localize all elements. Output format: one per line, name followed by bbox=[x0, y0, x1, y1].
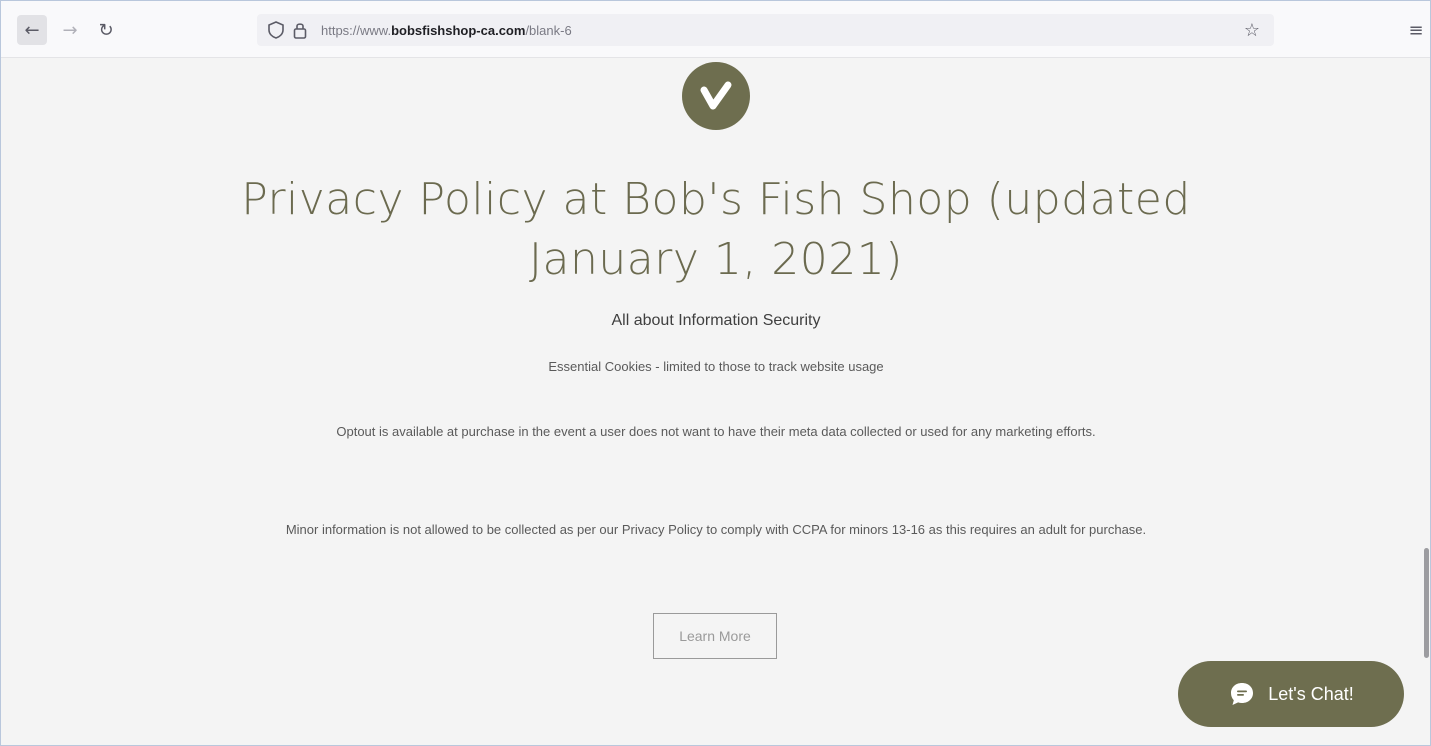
lock-icon[interactable] bbox=[289, 19, 311, 41]
bookmark-button[interactable]: ☆ bbox=[1240, 18, 1264, 42]
menu-button[interactable]: ≡ bbox=[1405, 19, 1427, 41]
learn-more-button[interactable]: Learn More bbox=[653, 613, 777, 659]
page-scrollbar[interactable] bbox=[1423, 58, 1430, 745]
arrow-right-icon: → bbox=[62, 19, 78, 41]
browser-window: ← → ↻ https://www.bobsfishshop-ca.com/bl… bbox=[0, 0, 1431, 746]
optout-paragraph: Optout is available at purchase in the e… bbox=[336, 424, 1096, 439]
checkmark-logo bbox=[682, 62, 750, 130]
chat-bubble-icon bbox=[1228, 680, 1256, 708]
url-text[interactable]: https://www.bobsfishshop-ca.com/blank-6 bbox=[321, 23, 572, 38]
page-title: Privacy Policy at Bob's Fish Shop (updat… bbox=[241, 170, 1191, 290]
reload-button[interactable]: ↻ bbox=[91, 15, 121, 45]
page-title-line-1: Privacy Policy at Bob's Fish Shop (updat… bbox=[241, 174, 1191, 225]
arrow-left-icon: ← bbox=[24, 19, 40, 41]
page-subtitle: All about Information Security bbox=[611, 312, 821, 329]
forward-button[interactable]: → bbox=[55, 15, 85, 45]
shield-icon[interactable] bbox=[265, 19, 287, 41]
url-prefix: https://www. bbox=[321, 22, 392, 38]
star-icon: ☆ bbox=[1243, 19, 1261, 41]
chat-button-label: Let's Chat! bbox=[1268, 683, 1354, 704]
chat-button[interactable]: Let's Chat! bbox=[1178, 661, 1404, 727]
back-button[interactable]: ← bbox=[17, 15, 47, 45]
cookies-paragraph: Essential Cookies - limited to those to … bbox=[548, 359, 884, 374]
address-bar[interactable]: https://www.bobsfishshop-ca.com/blank-6 … bbox=[257, 14, 1274, 46]
url-path: /blank-6 bbox=[525, 22, 572, 38]
browser-toolbar: ← → ↻ https://www.bobsfishshop-ca.com/bl… bbox=[1, 1, 1430, 58]
page-content: Privacy Policy at Bob's Fish Shop (updat… bbox=[1, 58, 1423, 745]
url-host: bobsfishshop-ca.com bbox=[391, 22, 526, 38]
reload-icon: ↻ bbox=[98, 19, 114, 41]
page-title-line-2: January 1, 2021) bbox=[529, 234, 903, 285]
minors-paragraph: Minor information is not allowed to be c… bbox=[285, 522, 1147, 537]
hamburger-menu-icon: ≡ bbox=[1408, 19, 1424, 41]
scrollbar-thumb[interactable] bbox=[1424, 548, 1429, 658]
